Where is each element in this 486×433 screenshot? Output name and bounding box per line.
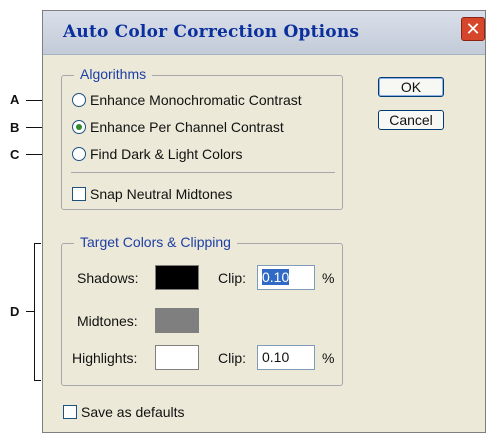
shadows-clip-input[interactable]: 0.10 bbox=[257, 265, 315, 290]
checkbox-label: Save as defaults bbox=[81, 404, 185, 420]
shadows-color-swatch[interactable] bbox=[155, 265, 199, 290]
shadows-label: Shadows: bbox=[77, 270, 139, 286]
target-colors-legend: Target Colors & Clipping bbox=[74, 234, 237, 250]
checkbox[interactable] bbox=[72, 187, 86, 201]
algorithms-separator bbox=[71, 172, 335, 173]
callout-d-line bbox=[26, 311, 34, 312]
highlights-color-swatch[interactable] bbox=[155, 345, 199, 370]
shadows-clip-value: 0.10 bbox=[262, 269, 290, 285]
checkbox-snap-neutral-midtones[interactable]: Snap Neutral Midtones bbox=[72, 186, 232, 202]
radio-label: Enhance Per Channel Contrast bbox=[90, 119, 284, 135]
highlights-clip-value: 0.10 bbox=[262, 349, 290, 365]
close-icon: ✕ bbox=[465, 19, 481, 39]
radio-find-dark-light[interactable]: Find Dark & Light Colors bbox=[72, 146, 243, 162]
midtones-color-swatch[interactable] bbox=[155, 308, 199, 333]
radio-button-selected[interactable] bbox=[72, 120, 86, 134]
algorithms-legend: Algorithms bbox=[74, 66, 153, 82]
ok-button[interactable]: OK bbox=[378, 77, 444, 97]
callout-d: D bbox=[10, 304, 20, 319]
checkbox-label: Snap Neutral Midtones bbox=[90, 186, 233, 202]
close-button[interactable]: ✕ bbox=[461, 17, 485, 41]
radio-button[interactable] bbox=[72, 147, 86, 161]
shadows-clip-label: Clip: bbox=[218, 270, 247, 286]
radio-label: Enhance Monochromatic Contrast bbox=[90, 92, 302, 108]
radio-label: Find Dark & Light Colors bbox=[90, 146, 243, 162]
callout-a: A bbox=[10, 92, 20, 107]
highlights-clip-input[interactable]: 0.10 bbox=[257, 345, 315, 370]
callout-b: B bbox=[10, 120, 20, 135]
title-bar: Auto Color Correction Options ✕ bbox=[43, 11, 485, 55]
shadows-percent: % bbox=[322, 270, 335, 286]
highlights-percent: % bbox=[322, 350, 335, 366]
checkbox-save-as-defaults[interactable]: Save as defaults bbox=[63, 404, 185, 420]
auto-color-correction-dialog: Auto Color Correction Options ✕ Algorith… bbox=[42, 10, 486, 433]
checkbox[interactable] bbox=[63, 405, 77, 419]
radio-button[interactable] bbox=[72, 93, 86, 107]
cancel-button[interactable]: Cancel bbox=[378, 110, 444, 130]
callout-d-bracket bbox=[34, 243, 41, 381]
midtones-label: Midtones: bbox=[77, 313, 138, 329]
highlights-label: Highlights: bbox=[72, 350, 138, 366]
radio-enhance-monochromatic[interactable]: Enhance Monochromatic Contrast bbox=[72, 92, 302, 108]
highlights-clip-label: Clip: bbox=[218, 350, 247, 366]
callout-c: C bbox=[10, 147, 20, 162]
dialog-title: Auto Color Correction Options bbox=[63, 22, 360, 42]
radio-enhance-per-channel[interactable]: Enhance Per Channel Contrast bbox=[72, 119, 284, 135]
